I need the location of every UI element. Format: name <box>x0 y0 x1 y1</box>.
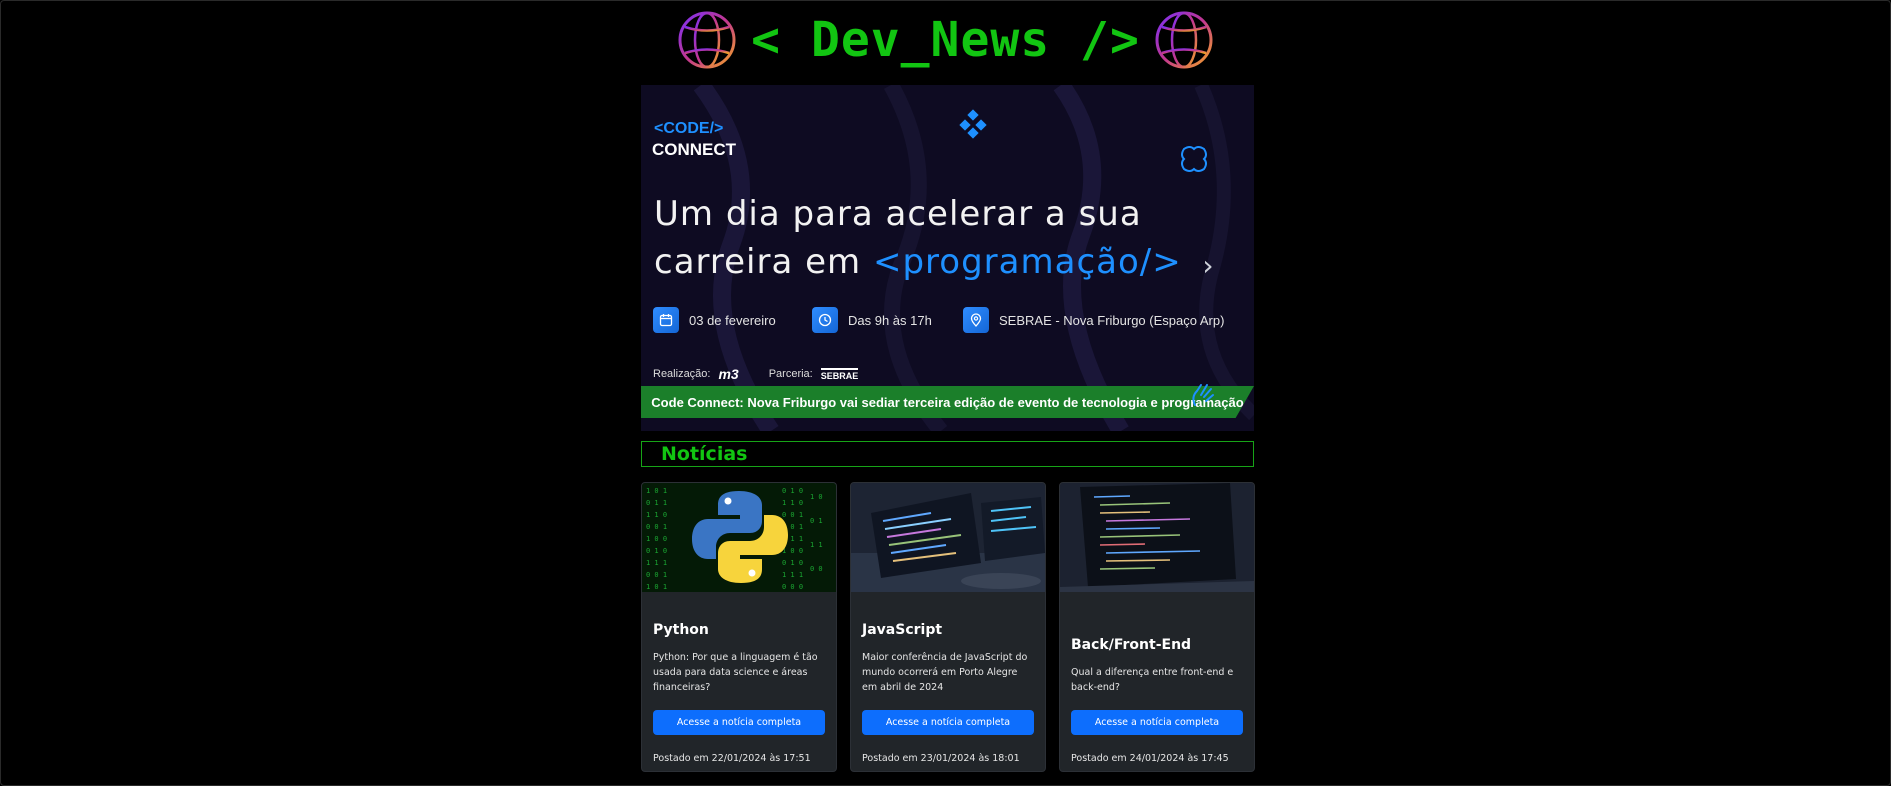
svg-text:0 1: 0 1 <box>810 517 823 525</box>
section-title-text: Notícias <box>661 443 748 465</box>
carousel-headline: Um dia para acelerar a sua carreira em <… <box>654 190 1214 286</box>
svg-text:0 1 0: 0 1 0 <box>782 559 803 567</box>
svg-text:1 0 1: 1 0 1 <box>646 583 667 591</box>
realizacao-label: Realização: <box>653 368 711 380</box>
headline-highlight: <programação/> <box>872 242 1182 282</box>
svg-text:1 1 0: 1 1 0 <box>646 511 667 519</box>
card-text: Qual a diferença entre front-end e back-… <box>1071 667 1234 693</box>
event-location: SEBRAE - Nova Friburgo (Espaço Arp) <box>963 307 1224 333</box>
card-date: Postado em 23/01/2024 às 18:01 <box>862 753 1020 764</box>
card-date: Postado em 24/01/2024 às 17:45 <box>1071 753 1229 764</box>
headline-prefix: carreira em <box>654 242 862 282</box>
news-carousel[interactable]: <CODE/> CONNECT Um dia para acelerar a s… <box>641 85 1254 431</box>
event-date-text: 03 de fevereiro <box>689 312 776 328</box>
headline-line-1: Um dia para acelerar a sua <box>654 194 1142 234</box>
location-pin-icon <box>963 307 989 333</box>
event-time-text: Das 9h às 17h <box>848 312 932 328</box>
code-connect-logo-text: CONNECT <box>652 140 737 159</box>
news-section-title: Notícias <box>641 441 1254 467</box>
svg-text:1 0 0: 1 0 0 <box>646 535 667 543</box>
chevron-right-icon: › <box>1202 248 1214 282</box>
site-title: < Dev_News /> <box>751 12 1140 68</box>
svg-text:0 1 1: 0 1 1 <box>646 499 667 507</box>
svg-text:0 0 1: 0 0 1 <box>646 523 667 531</box>
laptop-code-image <box>1060 483 1254 592</box>
javascript-news-image <box>851 483 1045 592</box>
card-title: Back/Front-End <box>1071 637 1192 653</box>
python-news-image: 1 0 1 0 1 1 1 1 0 0 0 1 1 0 0 0 1 0 1 1 1 0 0 1… <box>642 483 836 592</box>
diamond-icon <box>959 109 987 139</box>
svg-text:0 0 0: 0 0 0 <box>782 583 803 591</box>
svg-text:1 1 1: 1 1 1 <box>782 571 803 579</box>
svg-text:1 0: 1 0 <box>810 493 823 501</box>
carousel-next-button[interactable]: › <box>1196 245 1220 285</box>
read-more-button[interactable]: Acesse a notícia completa <box>862 710 1034 735</box>
card-title: Python <box>653 622 709 638</box>
puzzle-icon <box>1181 146 1207 172</box>
headline-line-2: carreira em <programação/> <box>654 238 1214 286</box>
event-date: 03 de fevereiro <box>653 307 776 333</box>
svg-text:0 0: 0 0 <box>810 565 823 573</box>
event-time: Das 9h às 17h <box>812 307 932 333</box>
carousel-caption[interactable]: Code Connect: Nova Friburgo vai sediar t… <box>641 386 1254 418</box>
svg-text:0 1 0: 0 1 0 <box>782 487 803 495</box>
card-text: Python: Por que a linguagem é tão usada … <box>653 652 818 693</box>
card-title: JavaScript <box>862 622 943 638</box>
svg-text:1 0 0: 1 0 0 <box>782 547 803 555</box>
carousel-caption-text: Code Connect: Nova Friburgo vai sediar t… <box>651 394 1244 410</box>
news-card-python: 1 0 1 0 1 1 1 1 0 0 0 1 1 0 0 0 1 0 1 1 1 0 0 1… <box>641 482 837 772</box>
svg-text:0 0 1: 0 0 1 <box>782 511 803 519</box>
code-connect-logo: <CODE/> <box>654 120 724 137</box>
read-more-button[interactable]: Acesse a notícia completa <box>1071 710 1243 735</box>
event-credits: Realização: m3 Parceria: SEBRAE <box>653 366 859 382</box>
globe-icon <box>678 11 736 69</box>
globe-icon <box>1155 11 1213 69</box>
event-location-text: SEBRAE - Nova Friburgo (Espaço Arp) <box>999 312 1225 328</box>
calendar-icon <box>653 307 679 333</box>
site-header: < Dev_News /> <box>0 8 1891 72</box>
hand-wave-icon <box>1192 384 1214 406</box>
card-text: Maior conferência de JavaScript do mundo… <box>862 652 1028 693</box>
read-more-button[interactable]: Acesse a notícia completa <box>653 710 825 735</box>
card-date: Postado em 22/01/2024 às 17:51 <box>653 753 811 764</box>
svg-text:1 1: 1 1 <box>810 541 823 549</box>
news-card-backfront: Back/Front-End Qual a diferença entre fr… <box>1059 482 1255 772</box>
sebrae-logo: SEBRAE <box>820 367 859 381</box>
parceria-label: Parceria: <box>768 368 813 380</box>
svg-text:1 1 1: 1 1 1 <box>646 559 667 567</box>
clock-icon <box>812 307 838 333</box>
news-card-javascript: JavaScript Maior conferência de JavaScri… <box>850 482 1046 772</box>
m3-logo: m3 <box>718 366 739 382</box>
svg-text:1 1 0: 1 1 0 <box>782 499 803 507</box>
svg-text:1 0 1: 1 0 1 <box>646 487 667 495</box>
svg-text:0 0 1: 0 0 1 <box>646 571 667 579</box>
svg-text:0 1 0: 0 1 0 <box>646 547 667 555</box>
